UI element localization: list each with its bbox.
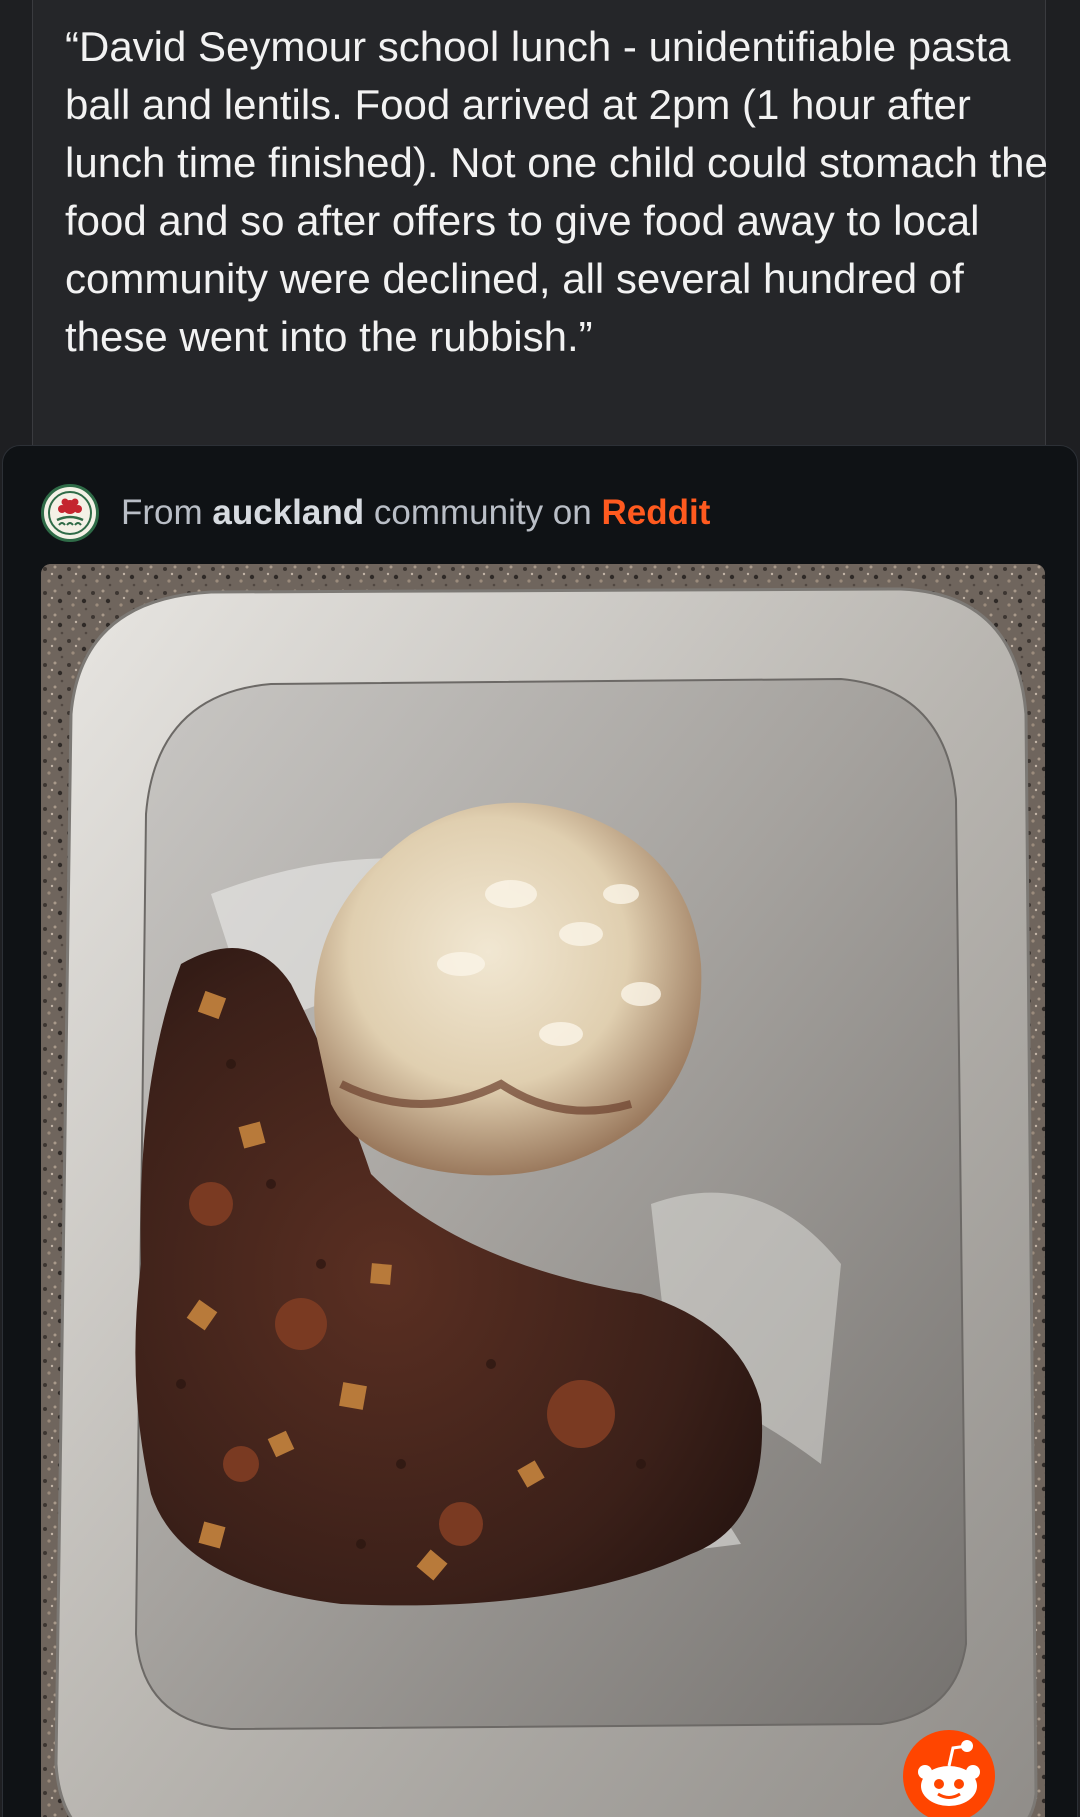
from-label: From xyxy=(121,493,203,532)
platform-name[interactable]: Reddit xyxy=(601,493,710,532)
post-photo[interactable] xyxy=(41,564,1045,1817)
embed-source-text[interactable]: From auckland community on Reddit xyxy=(121,493,710,533)
community-name[interactable]: auckland xyxy=(212,493,364,532)
embed-source-row[interactable]: From auckland community on Reddit xyxy=(41,482,710,544)
community-word: community on xyxy=(373,493,592,532)
reddit-snoo-icon xyxy=(901,1728,997,1817)
reddit-embed-card[interactable]: From auckland community on Reddit xyxy=(2,445,1078,1817)
quoted-post: “David Seymour school lunch - unidentifi… xyxy=(32,0,1048,448)
community-avatar-icon[interactable] xyxy=(41,484,99,542)
post-quote-text: “David Seymour school lunch - unidentifi… xyxy=(65,23,1048,360)
